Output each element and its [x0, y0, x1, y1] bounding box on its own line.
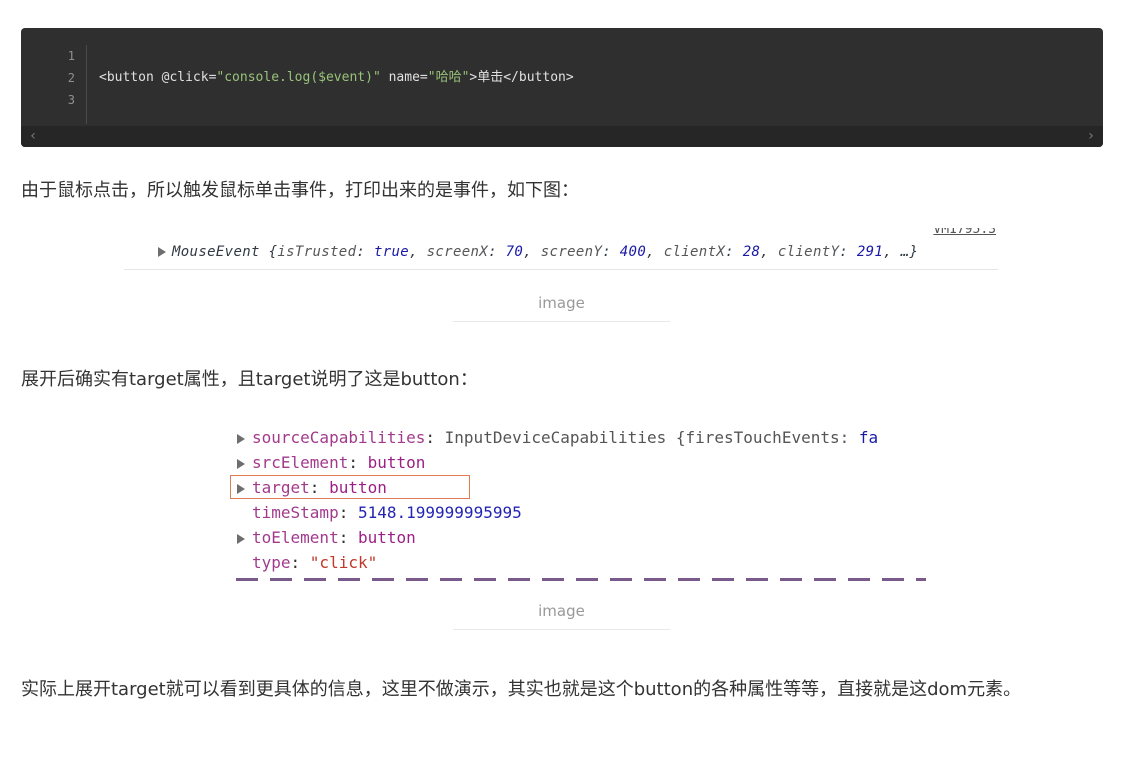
- prop-name: timeStamp: [252, 503, 339, 522]
- prop-name: sourceCapabilities: [252, 428, 426, 447]
- property-row: type: "click": [252, 553, 378, 572]
- prop-name: toElement: [252, 528, 339, 547]
- event-name: MouseEvent: [172, 244, 260, 260]
- cropped-row: [236, 574, 926, 582]
- prop-value: 291: [856, 244, 884, 260]
- code-string: "console.log($event)": [216, 70, 381, 85]
- vm-source-link: VM1795:3: [933, 228, 996, 237]
- prop-extra: {firesTouchEvents:: [666, 428, 859, 447]
- ellipsis: , …}: [883, 244, 919, 260]
- property-row: srcElement: button: [228, 450, 425, 475]
- prop-value: button: [357, 528, 416, 547]
- prop-value: "click": [309, 553, 378, 572]
- prop-value: 400: [619, 244, 647, 260]
- code-token: >单击</button>: [469, 70, 574, 85]
- expand-triangle-icon: [237, 433, 245, 444]
- prop-value: true: [373, 244, 410, 260]
- prop-value: 28: [742, 244, 761, 260]
- prop-value: InputDeviceCapabilities: [444, 428, 667, 447]
- horizontal-scrollbar[interactable]: ‹ ›: [21, 126, 1103, 147]
- paragraph-1: 由于鼠标点击，所以触发鼠标单击事件，打印出来的是事件，如下图：: [21, 180, 579, 201]
- scroll-left-icon[interactable]: ‹: [23, 126, 43, 147]
- prop-value: 70: [505, 244, 524, 260]
- line-number: 1: [67, 49, 75, 63]
- prop-name: type: [252, 553, 291, 572]
- console-screenshot-2: sourceCapabilities: InputDeviceCapabilit…: [228, 424, 928, 582]
- property-row: toElement: button: [228, 525, 416, 550]
- expand-triangle-icon: [237, 533, 245, 544]
- prop-value: 5148.199999995995: [357, 503, 522, 522]
- prop-value: button: [367, 453, 426, 472]
- prop-key: clientY: [777, 244, 840, 260]
- code-string: "哈哈": [427, 70, 470, 85]
- image-caption-2: image: [453, 602, 670, 630]
- image-caption-1: image: [453, 294, 670, 322]
- console-screenshot-1: VM1795:3 MouseEvent {isTrusted: true, sc…: [124, 228, 998, 270]
- line-number-gutter: 1 2 3: [21, 45, 87, 124]
- paragraph-2: 展开后确实有target属性，且target说明了这是button：: [21, 369, 478, 390]
- property-row: timeStamp: 5148.199999995995: [252, 503, 522, 522]
- code-line-2: <button @click="console.log($event)" nam…: [99, 67, 574, 89]
- console-line: MouseEvent {isTrusted: true, screenX: 70…: [158, 244, 918, 260]
- scroll-right-icon[interactable]: ›: [1081, 126, 1101, 147]
- expand-triangle-icon: [237, 458, 245, 469]
- line-number: 3: [67, 93, 75, 107]
- code-content: 1 2 3 <button @click="console.log($event…: [21, 45, 1103, 127]
- code-token: <button @click=: [99, 70, 217, 85]
- prop-key: screenY: [540, 244, 603, 260]
- prop-extra-value: fa: [858, 428, 879, 447]
- property-row: sourceCapabilities: InputDeviceCapabilit…: [228, 425, 878, 450]
- highlight-box: [230, 475, 470, 499]
- divider: [124, 269, 998, 270]
- prop-name: srcElement: [252, 453, 349, 472]
- brace: {: [259, 244, 278, 260]
- prop-key: isTrusted: [277, 244, 357, 260]
- line-number: 2: [67, 71, 75, 85]
- code-lines: <button @click="console.log($event)" nam…: [99, 45, 574, 111]
- prop-key: screenX: [426, 244, 489, 260]
- prop-key: clientX: [663, 244, 726, 260]
- code-block: 1 2 3 <button @click="console.log($event…: [21, 28, 1103, 147]
- expand-triangle-icon: [158, 247, 166, 257]
- paragraph-3: 实际上展开target就可以看到更具体的信息，这里不做演示，其实也就是这个but…: [21, 679, 1022, 700]
- code-token: name=: [380, 70, 428, 85]
